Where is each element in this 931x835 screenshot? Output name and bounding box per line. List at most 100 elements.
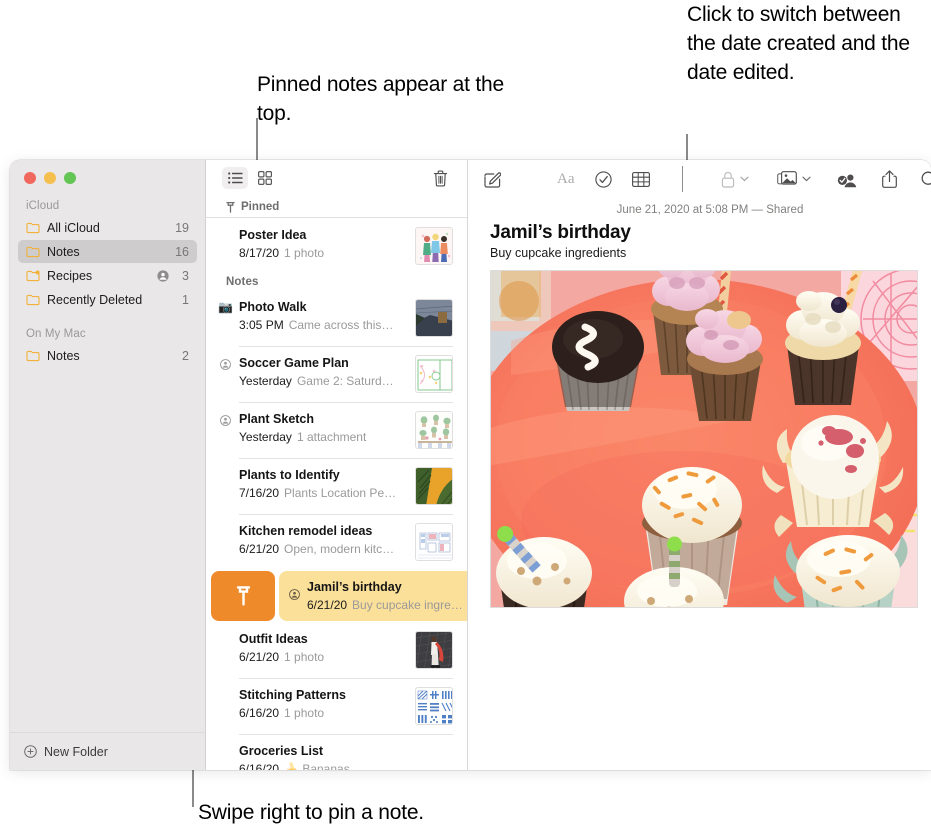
note-text: Soccer Game Plan Yesterday Game 2: Saturd…: [239, 355, 415, 389]
note-detail-column: Aa June 21, 2020 at 5:08 PM — Shared Jam…: [468, 160, 931, 770]
note-preview: Buy cupcake ingre…: [352, 598, 463, 613]
note-thumbnail: [415, 523, 453, 562]
table-row[interactable]: 📷 Photo Walk 3:05 PM Came across this…: [206, 290, 467, 346]
folder-icon: [26, 222, 40, 234]
note-preview: 1 attachment: [296, 430, 367, 445]
note-body[interactable]: Jamil’s birthday Buy cupcake ingredients: [468, 216, 931, 608]
close-button[interactable]: [24, 172, 36, 184]
minimize-button[interactable]: [44, 172, 56, 184]
table-row[interactable]: Kitchen remodel ideas 6/21/20 Open, moder…: [206, 514, 467, 570]
notes-app-window: iCloud All iCloud 19 Notes 16 Recipes 3 …: [10, 160, 931, 770]
shared-person-icon: [220, 357, 231, 375]
share-button[interactable]: [882, 167, 897, 191]
note-preview: 1 photo: [284, 246, 325, 261]
note-date-toggle[interactable]: June 21, 2020 at 5:08 PM — Shared: [468, 198, 931, 216]
note-text: Groceries List 6/16/20 🍌 Bananas: [239, 743, 453, 770]
callout-pinned-notes: Pinned notes appear at the top.: [257, 73, 504, 125]
note-preview: 1 photo: [284, 650, 325, 665]
note-meta: 6/21/20 Open, modern kitc…: [239, 541, 407, 557]
pinned-section-header: Pinned: [206, 197, 467, 219]
row-divider: [239, 678, 453, 679]
row-divider: [239, 402, 453, 403]
note-thumbnail: [415, 631, 453, 670]
note-text: Outfit Ideas 6/21/20 1 photo: [239, 631, 415, 665]
format-button[interactable]: Aa: [557, 167, 575, 191]
zoom-button[interactable]: [64, 172, 76, 184]
note-preview: Plants Location Pe…: [284, 486, 397, 501]
note-title: Outfit Ideas: [239, 632, 308, 647]
note-date: 6/21/20: [239, 650, 280, 665]
chevron-down-icon: [740, 176, 749, 182]
toolbar-divider: [681, 166, 683, 192]
sidebar-item-label: Recipes: [47, 268, 93, 283]
folder-shared-icon: [26, 270, 40, 282]
note-title: Kitchen remodel ideas: [239, 524, 373, 539]
list-view-button[interactable]: [222, 167, 248, 190]
sidebar-item-all-icloud[interactable]: All iCloud 19: [18, 216, 197, 239]
trash-button[interactable]: [427, 167, 453, 189]
note-text: Plants to Identify 7/16/20 Plants Locatio…: [239, 467, 415, 501]
table-row[interactable]: Poster Idea 8/17/20 1 photo: [206, 218, 467, 274]
gallery-view-button[interactable]: [252, 167, 278, 189]
collaborate-button[interactable]: [837, 167, 858, 191]
table-row[interactable]: Plant Sketch Yesterday 1 attachment: [206, 402, 467, 458]
note-meta: 6/21/20 Buy cupcake ingre…: [307, 597, 463, 613]
pin-icon: [226, 201, 235, 213]
media-button[interactable]: [777, 167, 811, 191]
note-text: Stitching Patterns 6/16/20 1 photo: [239, 687, 415, 721]
note-meta: Yesterday Game 2: Saturd…: [239, 373, 407, 389]
note-preview: Game 2: Saturd…: [296, 374, 394, 389]
row-divider: [239, 514, 453, 515]
sidebar-item-label: All iCloud: [47, 220, 100, 235]
note-meta: 3:05 PM Came across this…: [239, 317, 407, 333]
window-traffic-lights: [10, 160, 205, 184]
table-row[interactable]: Soccer Game Plan Yesterday Game 2: Saturd…: [206, 346, 467, 402]
note-title: Stitching Patterns: [239, 688, 346, 703]
note-text: Kitchen remodel ideas 6/21/20 Open, moder…: [239, 523, 415, 557]
pin-action-button[interactable]: [211, 571, 275, 622]
new-folder-button[interactable]: New Folder: [10, 732, 205, 770]
note-heading: Jamil’s birthday: [490, 222, 631, 243]
note-preview: Open, modern kitc…: [284, 542, 395, 557]
note-date: Yesterday: [239, 430, 292, 445]
row-divider: [239, 734, 453, 735]
note-thumbnail: [415, 687, 453, 726]
table-row[interactable]: Plants to Identify 7/16/20 Plants Locatio…: [206, 458, 467, 514]
table-row[interactable]: Stitching Patterns 6/16/20 1 photo: [206, 678, 467, 734]
table-row[interactable]: Outfit Ideas 6/21/20 1 photo: [206, 622, 467, 678]
note-text: Plant Sketch Yesterday 1 attachment: [239, 411, 415, 445]
checklist-button[interactable]: [594, 167, 612, 191]
sidebar-item-recipes[interactable]: Recipes 3: [18, 264, 197, 287]
folder-icon: [26, 294, 40, 306]
table-row[interactable]: Groceries List 6/16/20 🍌 Bananas: [206, 734, 467, 770]
sidebar-item-notes-icloud[interactable]: Notes 16: [18, 240, 197, 263]
sidebar-item-label: Recently Deleted: [47, 292, 143, 307]
note-date: Yesterday: [239, 374, 292, 389]
sidebar-item-count: 16: [175, 244, 189, 259]
sidebar: iCloud All iCloud 19 Notes 16 Recipes 3 …: [10, 160, 206, 770]
callout-date-toggle: Click to switch between the date created…: [687, 3, 910, 84]
notes-scroll-area[interactable]: Poster Idea 8/17/20 1 photo Notes 📷 Phot…: [206, 218, 467, 770]
note-list-column: Pinned Poster Idea 8/17/20 1 photo Notes…: [206, 160, 468, 770]
search-button[interactable]: [921, 167, 931, 191]
note-title: Plant Sketch: [239, 412, 315, 427]
sidebar-item-count: 2: [182, 348, 189, 363]
lock-button[interactable]: [721, 167, 749, 191]
compose-button[interactable]: [484, 167, 501, 191]
sidebar-section-on-my-mac-title: On My Mac: [26, 328, 86, 340]
pinned-note-preview[interactable]: Jamil’s birthday 6/21/20 Buy cupcake ingr…: [279, 571, 467, 622]
chevron-down-icon: [802, 176, 811, 182]
sidebar-item-notes-local[interactable]: Notes 2: [18, 344, 197, 367]
shared-person-icon: [289, 587, 300, 605]
table-button[interactable]: [631, 167, 650, 191]
sidebar-item-recently-deleted[interactable]: Recently Deleted 1: [18, 288, 197, 311]
swiped-note-row[interactable]: Jamil’s birthday 6/21/20 Buy cupcake ingr…: [206, 570, 467, 622]
note-title: Poster Idea: [239, 228, 307, 243]
note-meta: 7/16/20 Plants Location Pe…: [239, 485, 407, 501]
note-thumbnail: [415, 411, 453, 450]
note-attached-image[interactable]: [490, 270, 918, 608]
note-title: Soccer Game Plan: [239, 356, 349, 371]
note-date: 6/16/20: [239, 762, 280, 770]
sidebar-item-count: 19: [175, 220, 189, 235]
note-preview: 1 photo: [284, 706, 325, 721]
